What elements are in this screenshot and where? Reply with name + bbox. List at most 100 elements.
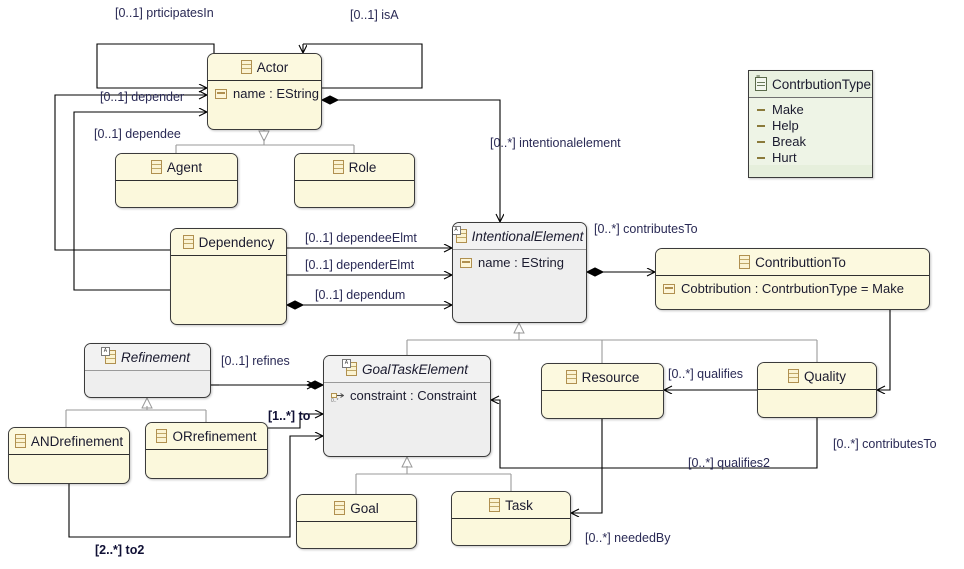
class-attributes (146, 450, 267, 453)
class-name: ANDrefinement (30, 433, 124, 449)
attribute-text: name : EString (233, 86, 319, 101)
class-node-intentionalelement[interactable]: A IntentionalElement name : EString (452, 222, 587, 323)
literal-dash-icon (757, 108, 765, 111)
class-header: ContributtionTo (656, 249, 929, 276)
enum-literal: Hurt (749, 149, 872, 165)
attribute-icon (215, 88, 227, 99)
class-attributes (171, 256, 286, 259)
attribute-text: name : EString (478, 255, 564, 270)
association-label-intentionalelement: [0..*] intentionalelement (490, 136, 621, 150)
class-name: Resource (581, 369, 640, 385)
class-node-role[interactable]: Role (294, 153, 415, 208)
class-icon (489, 498, 501, 512)
class-node-actor[interactable]: Actor name : EString (207, 53, 322, 130)
class-name: Actor (256, 59, 289, 75)
class-icon (150, 160, 162, 174)
class-icon (182, 235, 194, 249)
association-label-qualifies: [0..*] qualifies (668, 367, 744, 381)
class-node-goal[interactable]: Goal (296, 494, 417, 549)
class-node-quality[interactable]: Quality (757, 362, 877, 418)
class-name: Dependency (198, 234, 275, 250)
class-icon: A (341, 359, 357, 376)
class-name: ContributtionTo (755, 254, 846, 270)
association-label-neededBy: [0..*] neededBy (585, 531, 671, 545)
class-icon (739, 255, 751, 269)
uml-class-diagram: Actor name : EString Agent Role Dependen… (0, 0, 964, 569)
literal-text: Make (772, 102, 804, 117)
literal-text: Break (772, 134, 806, 149)
class-header: ORrefinement (146, 423, 267, 450)
class-node-andrefinement[interactable]: ANDrefinement (8, 427, 130, 484)
class-name: ORrefinement (172, 428, 257, 444)
attribute-row: name : EString (453, 253, 586, 270)
literal-dash-icon (757, 140, 765, 143)
class-icon: A (453, 226, 467, 243)
enum-literals: Make Help Break Hurt (749, 98, 872, 165)
attribute-icon (460, 257, 472, 268)
association-label-contributesTo-bottom: [0..*] contributesTo (833, 437, 937, 451)
class-header: Task (452, 492, 570, 519)
attribute-icon (663, 283, 675, 294)
association-label-isA: [0..1] isA (350, 8, 399, 22)
enum-literal: Help (749, 117, 872, 133)
class-attributes (9, 455, 129, 458)
association-label-dependeeElmt: [0..1] dependeeElmt (305, 231, 417, 245)
class-node-resource[interactable]: Resource (541, 363, 664, 419)
enum-node-contrbutiontype[interactable]: ≡ ContrbutionType Make Help Break Hurt (748, 70, 873, 178)
class-name: Goal (350, 500, 379, 516)
class-node-contributtionto[interactable]: ContributtionTo Cobtribution : Contrbuti… (655, 248, 930, 310)
class-node-orrefinement[interactable]: ORrefinement (145, 422, 268, 479)
enum-icon: ≡ (755, 74, 767, 91)
class-node-goaltaskelement[interactable]: A GoalTaskElement 0..* constraint : Cons… (323, 355, 491, 457)
class-header: A IntentionalElement (453, 223, 586, 250)
class-name: Task (505, 497, 533, 513)
class-attributes: name : EString (453, 250, 586, 270)
class-icon (334, 501, 346, 515)
class-header: Actor (208, 54, 321, 81)
association-label-to: [1..*] to (268, 409, 311, 423)
class-header: Resource (542, 364, 663, 391)
class-name: Quality (803, 368, 847, 384)
class-node-refinement[interactable]: A Refinement (84, 343, 211, 398)
class-attributes (85, 371, 210, 374)
class-attributes (297, 522, 416, 525)
class-icon (332, 160, 344, 174)
multi-reference-icon: 0..* (331, 390, 345, 404)
class-name: Agent (166, 159, 203, 175)
abstract-marker-icon: A (453, 226, 461, 235)
association-label-dependerElmt: [0..1] dependerElmt (305, 258, 415, 272)
class-name: Role (348, 159, 377, 175)
class-name: GoalTaskElement (361, 361, 469, 377)
association-label-depender: [0..1] depender (100, 90, 185, 104)
class-attributes: Cobtribution : ContrbutionType = Make (656, 276, 929, 296)
class-header: A GoalTaskElement (324, 356, 490, 383)
enum-name: ContrbutionType (772, 76, 872, 92)
class-name: IntentionalElement (471, 228, 584, 244)
class-node-agent[interactable]: Agent (115, 153, 238, 208)
class-icon (14, 434, 26, 448)
class-name: Refinement (120, 349, 191, 365)
class-attributes (758, 390, 876, 393)
class-attributes (542, 391, 663, 394)
association-label-participatesIn: [0..1] prticipatesIn (115, 6, 214, 20)
association-label-refines: [0..1] refines (221, 354, 290, 368)
class-icon (565, 370, 577, 384)
attribute-row: name : EString (208, 84, 321, 101)
abstract-marker-icon: A (100, 347, 110, 356)
class-header: A Refinement (85, 344, 210, 371)
association-label-contributesTo-top: [0..*] contributesTo (594, 222, 698, 236)
class-node-task[interactable]: Task (451, 491, 571, 546)
enum-literal: Break (749, 133, 872, 149)
association-label-qualifies2: [0..*] qualifies2 (688, 456, 770, 470)
attribute-text: Cobtribution : ContrbutionType = Make (681, 281, 904, 296)
attribute-text: constraint : Constraint (350, 388, 477, 403)
enum-marker-icon: ≡ (756, 74, 760, 81)
class-header: Dependency (171, 229, 286, 256)
class-attributes (452, 519, 570, 522)
literal-dash-icon (757, 156, 765, 159)
literal-text: Help (772, 118, 799, 133)
class-node-dependency[interactable]: Dependency (170, 228, 287, 325)
enum-literal: Make (749, 101, 872, 117)
class-attributes (295, 181, 414, 184)
class-header: Agent (116, 154, 237, 181)
